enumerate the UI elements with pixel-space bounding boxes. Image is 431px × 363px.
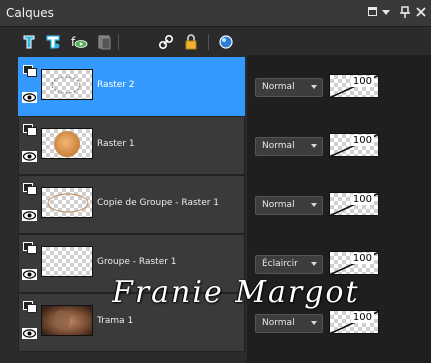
visibility-eye-icon[interactable] — [22, 269, 37, 280]
dropdown-icon[interactable] — [379, 5, 393, 19]
opacity-value: 100 — [350, 253, 374, 264]
layer-thumbnail — [41, 128, 93, 159]
layer-type-icon[interactable] — [23, 242, 37, 254]
new-raster-layer-icon[interactable] — [20, 33, 38, 51]
layer-row-raster-1[interactable]: Raster 1 — [18, 116, 245, 175]
watermark: Franie Margot — [112, 275, 360, 310]
blend-mode-value: Normal — [262, 318, 295, 328]
visibility-eye-icon[interactable] — [22, 151, 37, 162]
svg-text:f: f — [71, 35, 76, 49]
panel-titlebar: Calques — [0, 0, 431, 27]
pin-icon[interactable] — [398, 5, 412, 19]
toolbar-separator — [118, 34, 119, 50]
layer-properties: Normal 100 — [247, 175, 431, 234]
opacity-value: 100 — [350, 194, 374, 205]
lock-icon[interactable] — [182, 33, 200, 51]
blend-mode-select[interactable]: Normal — [255, 137, 323, 156]
close-icon[interactable] — [414, 5, 428, 19]
blend-mode-value: Éclaircir — [262, 259, 298, 269]
layer-name: Trama 1 — [97, 316, 134, 326]
layer-row-raster-2[interactable]: Raster 2 — [18, 57, 245, 116]
layer-properties: Normal 100 — [247, 116, 431, 175]
link-icon[interactable] — [157, 33, 175, 51]
layer-thumbnail — [41, 305, 93, 336]
chevron-down-icon — [311, 262, 317, 266]
blend-mode-value: Normal — [262, 82, 295, 92]
opacity-value: 100 — [350, 76, 374, 87]
opacity-slider[interactable]: 100 — [329, 310, 379, 334]
layer-name: Copie de Groupe - Raster 1 — [97, 198, 220, 208]
layer-properties: Normal 100 — [247, 57, 431, 116]
layer-name: Groupe - Raster 1 — [97, 257, 177, 267]
opacity-slider[interactable]: 100 — [329, 192, 379, 216]
chevron-down-icon — [311, 321, 317, 325]
toolbar-separator — [208, 34, 209, 50]
layer-type-icon[interactable] — [23, 65, 37, 77]
new-mask-layer-icon[interactable] — [96, 33, 114, 51]
opacity-value: 100 — [350, 135, 374, 146]
panel-title: Calques — [6, 6, 54, 20]
layer-row-copie-de-groupe[interactable]: Copie de Groupe - Raster 1 — [18, 175, 245, 234]
blend-mode-select[interactable]: Normal — [255, 314, 323, 333]
layer-name: Raster 2 — [97, 80, 135, 90]
chevron-down-icon — [311, 203, 317, 207]
opacity-slider[interactable]: 100 — [329, 251, 379, 275]
layer-thumbnail — [41, 187, 93, 218]
layers-toolbar: f — [0, 28, 431, 55]
blend-mode-value: Normal — [262, 141, 295, 151]
opacity-slider[interactable]: 100 — [329, 74, 379, 98]
blend-mode-select[interactable]: Normal — [255, 78, 323, 97]
view-icon[interactable] — [217, 33, 235, 51]
new-vector-layer-icon[interactable] — [44, 33, 62, 51]
layer-type-icon[interactable] — [23, 124, 37, 136]
layer-thumbnail — [41, 69, 93, 100]
layer-type-icon[interactable] — [23, 301, 37, 313]
chevron-down-icon — [311, 144, 317, 148]
blend-mode-select[interactable]: Normal — [255, 196, 323, 215]
layer-name: Raster 1 — [97, 139, 135, 149]
opacity-slider[interactable]: 100 — [329, 133, 379, 157]
new-adjustment-layer-icon[interactable]: f — [70, 33, 88, 51]
chevron-down-icon — [311, 85, 317, 89]
visibility-eye-icon[interactable] — [22, 328, 37, 339]
layer-type-icon[interactable] — [23, 183, 37, 195]
restore-icon[interactable] — [366, 5, 380, 19]
opacity-value: 100 — [350, 312, 374, 323]
visibility-eye-icon[interactable] — [22, 210, 37, 221]
blend-mode-value: Normal — [262, 200, 295, 210]
visibility-eye-icon[interactable] — [22, 92, 37, 103]
layer-thumbnail — [41, 246, 93, 277]
blend-mode-select[interactable]: Éclaircir — [255, 255, 323, 274]
